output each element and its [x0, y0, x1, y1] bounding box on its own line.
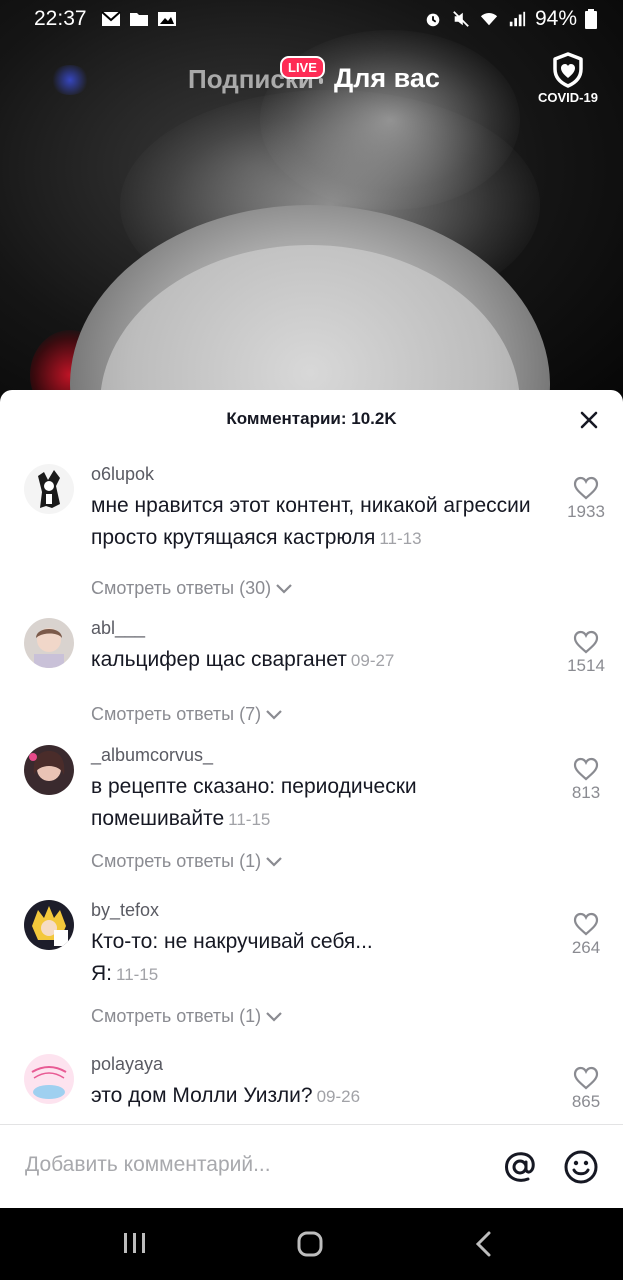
comment-text: это дом Молли Уизли? 09-26: [91, 1080, 551, 1113]
alarm-icon: [426, 13, 440, 27]
avatar[interactable]: [24, 618, 74, 668]
like-count: 1514: [567, 656, 605, 675]
view-replies-label: Смотреть ответы (30): [91, 578, 272, 598]
comment-text: мне нравится этот контент, никакой агрес…: [91, 490, 551, 555]
view-replies-button[interactable]: Смотреть ответы (1): [91, 851, 283, 872]
view-replies-button[interactable]: Смотреть ответы (30): [91, 578, 293, 599]
like-button[interactable]: 813: [560, 757, 612, 803]
heart-icon: [573, 476, 599, 500]
like-count: 813: [571, 783, 601, 802]
comments-title: Комментарии: 10.2K: [226, 409, 397, 428]
heart-icon: [573, 912, 599, 936]
like-count: 1933: [567, 502, 605, 521]
like-button[interactable]: 865: [560, 1066, 612, 1112]
comments-list[interactable]: o6lupok мне нравится этот контент, никак…: [0, 448, 623, 1124]
comment-body: кальцифер щас сварганет: [91, 648, 347, 671]
chevron-down-icon: [266, 856, 282, 867]
system-nav-bar: [0, 1208, 623, 1280]
view-replies-label: Смотреть ответы (1): [91, 1006, 262, 1026]
comment-username[interactable]: polayaya: [91, 1054, 163, 1075]
battery-percent: 94%: [534, 7, 577, 30]
top-navigation: Подписки LIVE Для вас COVID-19: [0, 48, 623, 118]
folder-icon: [129, 13, 148, 26]
comment-body: это дом Молли Уизли?: [91, 1084, 313, 1107]
signal-icon: [509, 11, 526, 27]
comments-sheet: Комментарии: 10.2K o6lupok мне нравится …: [0, 390, 623, 1208]
comment-text: Кто-то: не накручивай себя... Я: 11-15: [91, 926, 551, 991]
comment-username[interactable]: by_tefox: [91, 900, 159, 921]
gallery-icon: [157, 12, 176, 26]
battery-icon: [585, 9, 597, 29]
avatar[interactable]: [24, 745, 74, 795]
comment-date: 11-15: [116, 965, 159, 984]
home-icon[interactable]: [296, 1230, 324, 1258]
shield-icon: [553, 52, 583, 88]
mute-icon: [453, 11, 469, 27]
like-count: 264: [571, 938, 601, 957]
comment-username[interactable]: o6lupok: [91, 464, 154, 485]
comment-body-line1: Кто-то: не накручивай себя...: [91, 930, 373, 953]
chevron-down-icon: [266, 709, 282, 720]
comment-date: 11-13: [379, 529, 422, 548]
live-badge[interactable]: LIVE: [280, 56, 325, 79]
comment-text: в рецепте сказано: периодически помешива…: [91, 771, 551, 836]
heart-icon: [573, 630, 599, 654]
view-replies-button[interactable]: Смотреть ответы (7): [91, 704, 283, 725]
tab-for-you[interactable]: Для вас: [334, 63, 440, 94]
view-replies-button[interactable]: Смотреть ответы (1): [91, 1006, 283, 1027]
comment-text: кальцифер щас сварганет 09-27: [91, 644, 551, 677]
recent-apps-icon[interactable]: [122, 1230, 148, 1256]
comment-input[interactable]: Добавить комментарий...: [25, 1153, 271, 1177]
tab-divider: [319, 78, 323, 84]
like-button[interactable]: 1514: [560, 630, 612, 676]
covid-label: COVID-19: [538, 90, 598, 105]
comment-username[interactable]: _albumcorvus_: [91, 745, 213, 766]
avatar[interactable]: [24, 464, 74, 514]
like-count: 865: [571, 1092, 601, 1111]
view-replies-label: Смотреть ответы (7): [91, 704, 262, 724]
comment-date: 11-15: [228, 810, 271, 829]
avatar[interactable]: [24, 1054, 74, 1104]
comments-header: Комментарии: 10.2K: [0, 390, 623, 448]
chevron-down-icon: [276, 583, 292, 594]
mention-icon[interactable]: [502, 1149, 538, 1185]
heart-icon: [573, 757, 599, 781]
comment-body: мне нравится этот контент, никакой агрес…: [91, 494, 531, 549]
comment-input-bar: Добавить комментарий...: [0, 1124, 623, 1208]
emoji-icon[interactable]: [563, 1149, 599, 1185]
comment-username[interactable]: abl___: [91, 618, 145, 639]
mail-icon: [100, 11, 121, 26]
wifi-icon: [480, 13, 498, 26]
like-button[interactable]: 264: [560, 912, 612, 958]
chevron-down-icon: [266, 1011, 282, 1022]
like-button[interactable]: 1933: [560, 476, 612, 522]
comment-date: 09-26: [316, 1087, 361, 1106]
avatar[interactable]: [24, 900, 74, 950]
covid-button[interactable]: COVID-19: [532, 52, 604, 105]
comment-body-line2: Я:: [91, 962, 112, 985]
back-icon[interactable]: [472, 1230, 496, 1258]
view-replies-label: Смотреть ответы (1): [91, 851, 262, 871]
close-icon[interactable]: [577, 408, 601, 432]
comment-date: 09-27: [350, 651, 395, 670]
status-time: 22:37: [34, 7, 87, 30]
status-bar: 22:37 94%: [0, 0, 623, 38]
heart-icon: [573, 1066, 599, 1090]
